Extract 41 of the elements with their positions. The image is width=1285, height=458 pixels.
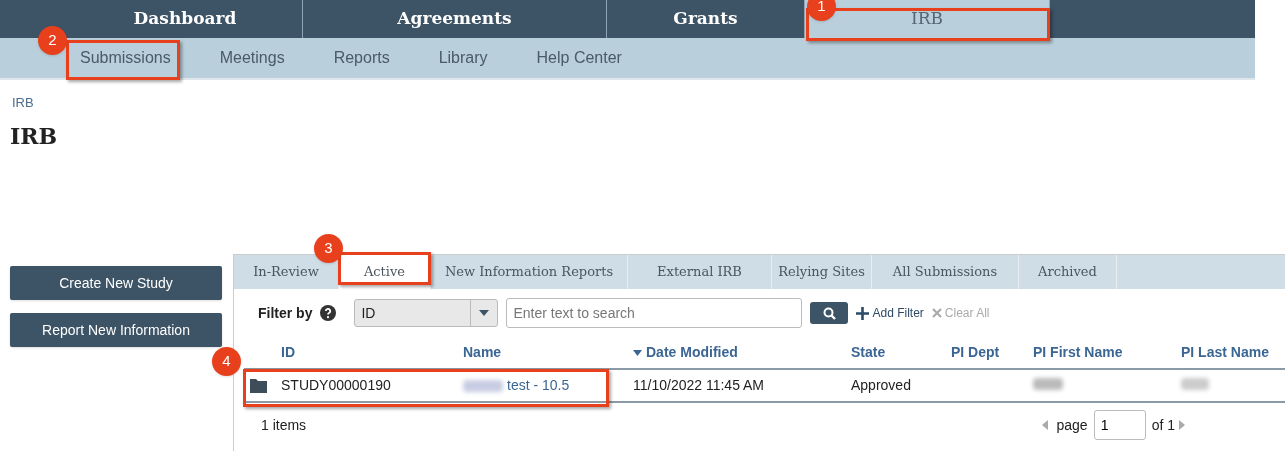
dropdown-caret-icon [479, 310, 490, 316]
callout-number: 4 [212, 347, 241, 376]
page-label: page [1056, 415, 1088, 435]
page-total: of 1 [1151, 415, 1175, 435]
action-button[interactable]: Report New Information [10, 313, 222, 347]
tab[interactable]: Active [339, 255, 431, 289]
redacted-blur [1033, 378, 1063, 390]
filter-dropdown[interactable]: ID [354, 299, 499, 327]
redacted-blur [1181, 378, 1209, 390]
nav-link[interactable]: Submissions [66, 46, 185, 70]
column-header[interactable]: PI Dept [951, 342, 1033, 363]
filter-label: Filter by [258, 303, 313, 323]
column-header[interactable]: PI First Name [1033, 342, 1181, 363]
redacted-blur [463, 379, 503, 392]
search-field[interactable]: Enter text to search [506, 298, 803, 328]
column-header[interactable]: ID [281, 342, 463, 363]
column-header[interactable]: Date Modified [633, 342, 851, 363]
column-header[interactable]: PI Last Name [1181, 342, 1285, 363]
breadcrumb-link[interactable]: IRB [12, 95, 34, 110]
table-cell-text: Approved [851, 376, 912, 395]
item-count: 1 items [261, 415, 308, 435]
help-icon[interactable] [320, 305, 337, 321]
plus-icon [856, 306, 870, 320]
table-cell-text: 11/10/2022 11:45 AM [633, 376, 766, 395]
close-icon [931, 308, 942, 318]
nav-link[interactable]: Meetings [205, 46, 299, 70]
study-link[interactable]: test - 10.5 [507, 375, 570, 396]
search-button[interactable] [810, 302, 849, 324]
add-filter-link[interactable]: Add Filter [856, 304, 924, 322]
action-button[interactable]: Create New Study [10, 266, 222, 300]
nav-link[interactable]: Reports [319, 46, 404, 70]
page-field[interactable]: 1 [1093, 410, 1146, 440]
column-header[interactable]: State [851, 342, 951, 363]
search-icon [822, 306, 836, 320]
nav-link[interactable]: Library [424, 46, 502, 70]
page-heading: IRB [10, 122, 59, 151]
table-cell-text: STUDY00000190 [281, 376, 392, 395]
nav-link[interactable]: Help Center [522, 46, 636, 70]
sort-descending-icon [633, 349, 642, 356]
column-header[interactable]: Name [463, 342, 633, 363]
folder-icon [250, 378, 267, 393]
